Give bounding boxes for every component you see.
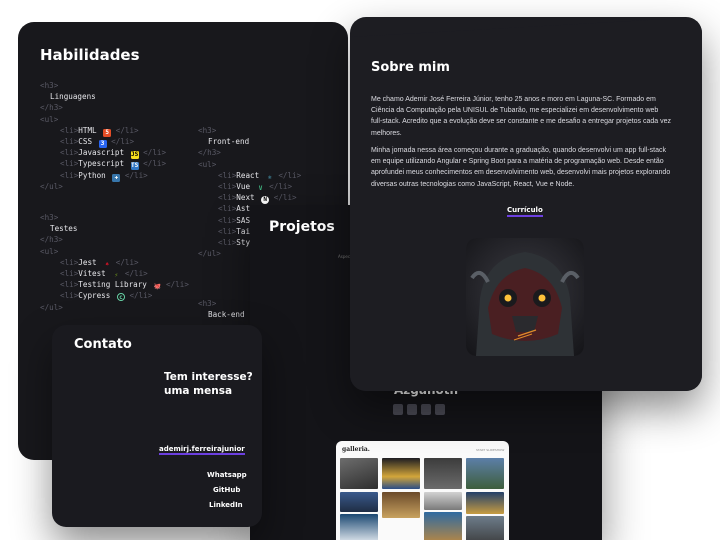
skill-item: <li>React ⚛ </li> [218,170,302,181]
python-icon: ✚ [112,173,121,182]
code-tag: </h3> [198,148,221,158]
code-tag: <ul> [40,246,59,256]
gallery-thumb[interactable] [340,458,378,489]
skill-item: <li>Next N </li> [218,193,297,205]
project-tiny-label: Aspec [338,254,351,259]
cypress-icon: c [116,293,125,302]
languages-heading: Linguagens [50,92,96,102]
gallery-thumb[interactable] [424,512,462,540]
sass-icon [435,404,445,415]
contact-title: Contato [74,337,132,352]
code-tag: <h3> [198,126,217,135]
testing-library-icon: 🐙 [153,283,162,291]
about-title: Sobre mim [371,60,450,75]
code-tag: <h3> [40,213,59,222]
code-tag: <h3> [40,81,59,90]
css3-icon [407,404,417,415]
gallery-thumb[interactable] [340,492,378,512]
skill-item: <li>HTML 5 </li> [60,125,139,137]
gallery-logo: galleria. [342,446,370,453]
contact-panel: Contato Tem interesse? uma mensa ademirj… [52,325,262,527]
frontend-heading: Front-end [208,137,250,147]
skill-item: <li>Python ✚ </li> [60,170,148,182]
gallery-thumb[interactable] [424,492,462,510]
curriculum-link[interactable]: Currículo [507,206,543,217]
backend-heading: Back-end [208,310,245,320]
backend-block: <h3> Back-end [198,298,245,320]
linkedin-link[interactable]: LinkedIn [209,501,243,509]
whatsapp-link[interactable]: Whatsapp [207,471,247,479]
gallery-thumb[interactable] [466,458,504,489]
project-tech-icons [393,404,445,415]
typescript-icon [421,404,431,415]
contact-headline-line: Tem interesse? [164,371,253,383]
contact-email-link[interactable]: ademirj.ferreirajunior [159,445,245,455]
gallery-preview[interactable]: galleria. START SLIDESHOW [336,441,509,540]
gallery-thumb[interactable] [340,514,378,540]
contact-headline-line: uma mensa [164,385,233,397]
gallery-thumb[interactable] [466,516,504,540]
contact-headline: Tem interesse? uma mensa [164,370,253,398]
code-tag: </ul> [40,181,63,191]
gallery-thumb[interactable] [424,458,462,489]
skill-item: <li>Testing Library 🐙 </li> [60,280,189,291]
code-tag: <ul> [40,114,59,124]
tests-block: <h3> Testes </h3> <ul> <li>Jest ♠ </li> … [40,212,189,313]
projects-title: Projetos [269,219,335,235]
skill-item: <li>Jest ♠ </li> [60,257,139,268]
code-tag: <ul> [198,159,217,169]
html5-icon [393,404,403,415]
skill-item: <li>CSS 3 </li> [60,136,135,148]
gallery-thumb[interactable] [382,492,420,518]
languages-block: <h3> Linguagens </h3> <ul> <li>HTML 5 </… [40,80,166,192]
skill-item: <li>Vue V </li> [218,181,293,192]
code-tag: <h3> [198,299,217,308]
about-panel: Sobre mim Me chamo Ademir José Ferreira … [350,17,702,391]
skill-item: <li>Javascript JS </li> [60,148,167,160]
skill-item: <li>Typescript TS </li> [60,159,167,171]
robot-portrait-image [466,238,584,356]
gallery-thumb[interactable] [382,458,420,489]
skill-item: <li>Cypress c </li> [60,291,153,302]
gallery-nav[interactable]: START SLIDESHOW [476,448,504,452]
about-paragraph: Me chamo Ademir José Ferreira Júnior, te… [371,96,672,137]
code-tag: </h3> [40,235,63,245]
avatar [466,238,584,356]
about-paragraph: Minha jornada nessa área começou durante… [371,147,671,188]
gallery-thumb[interactable] [466,492,504,514]
github-link[interactable]: GitHub [213,486,240,494]
tests-heading: Testes [50,224,78,234]
code-tag: </ul> [40,302,63,312]
code-tag: </h3> [40,103,63,113]
skill-item: <li>Vitest ⚡ </li> [60,268,148,279]
skills-title: Habilidades [40,46,140,64]
